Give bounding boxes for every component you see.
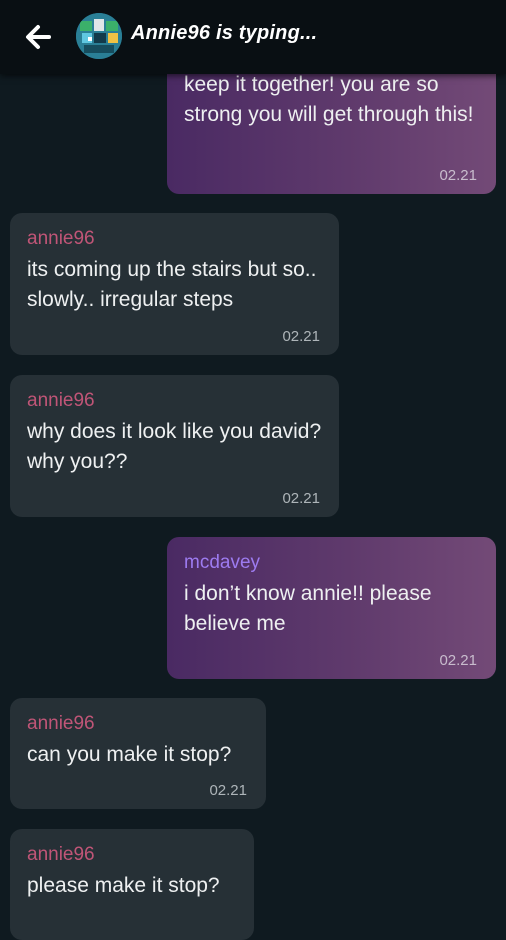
message-sender: annie96 [27,390,95,411]
incoming-message[interactable]: annie96 can you make it stop? 02.21 [10,698,266,809]
message-text: its coming up the stairs but so.. slowly… [27,258,317,311]
message-time: 02.21 [282,328,320,345]
back-arrow-icon[interactable] [20,19,56,55]
avatar[interactable] [76,13,122,59]
chat-title: Annie96 is typing... [131,22,318,44]
chat-thread[interactable]: keep it together! you are so strong you … [0,0,506,940]
message-sender: mcdavey [184,552,261,573]
message-text: please make it stop? [27,874,220,897]
message-sender: annie96 [27,228,95,249]
chat-header: Annie96 is typing... [0,0,506,74]
message-text: can you make it stop? [27,743,232,766]
outgoing-message[interactable]: mcdavey i don’t know annie!! please beli… [167,537,496,679]
incoming-message[interactable]: annie96 why does it look like you david?… [10,375,339,517]
incoming-message[interactable]: annie96 please make it stop? [10,829,254,940]
message-time: 02.21 [439,167,477,184]
message-sender: annie96 [27,713,95,734]
message-text: keep it together! you are so strong you … [184,73,474,126]
message-text: why does it look like you david? why you… [27,420,322,473]
message-time: 02.21 [439,652,477,669]
message-time: 02.21 [209,782,247,799]
app-avatar-icon [76,13,122,59]
message-sender: annie96 [27,844,95,865]
message-text: i don’t know annie!! please believe me [184,582,432,635]
incoming-message[interactable]: annie96 its coming up the stairs but so.… [10,213,339,355]
message-time: 02.21 [282,490,320,507]
